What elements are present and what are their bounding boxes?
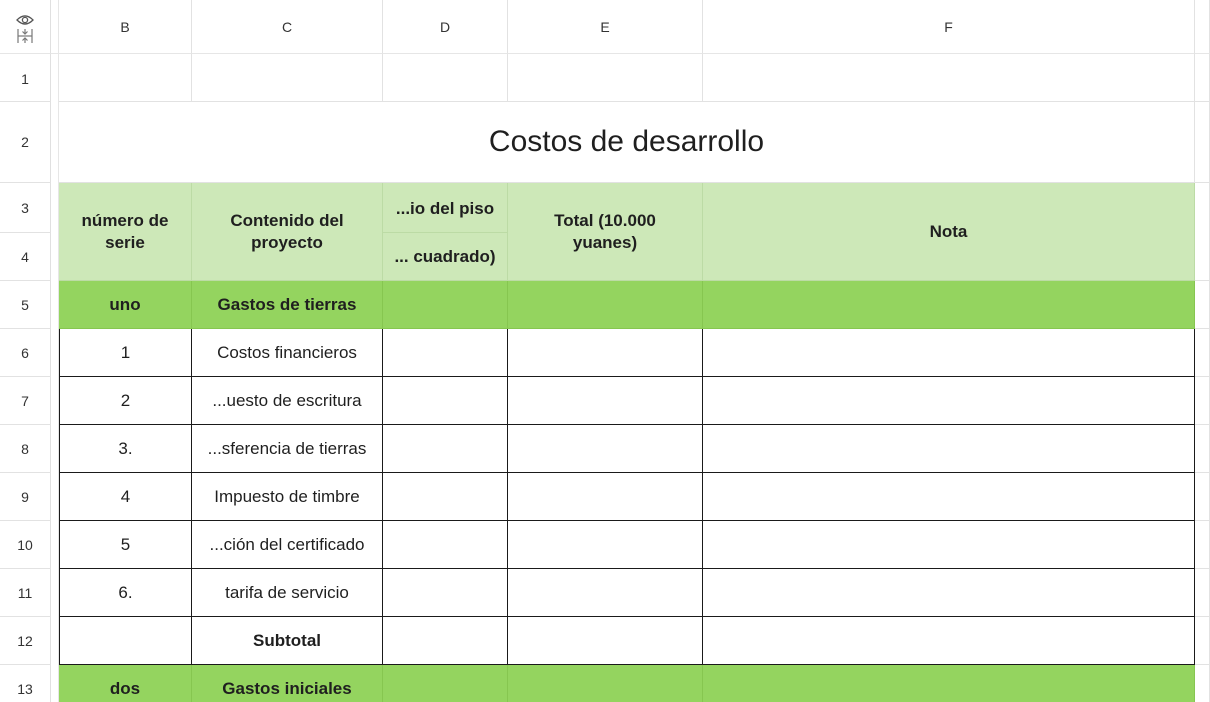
cell-g6: [1195, 329, 1210, 377]
cell-g11: [1195, 569, 1210, 617]
header-piso-top[interactable]: ...io del piso: [383, 183, 508, 233]
column-header-spare: [1195, 0, 1210, 54]
cell-e5[interactable]: [508, 281, 703, 329]
item-label[interactable]: ...ción del certificado: [192, 521, 383, 569]
item-label[interactable]: tarifa de servicio: [192, 569, 383, 617]
corner-controls: [0, 0, 51, 54]
item-area[interactable]: [383, 377, 508, 425]
section1-label[interactable]: Gastos de tierras: [192, 281, 383, 329]
subtotal-num[interactable]: [59, 617, 192, 665]
cell-d1[interactable]: [383, 54, 508, 102]
item-nota[interactable]: [703, 521, 1195, 569]
row-header-2[interactable]: 2: [0, 102, 51, 183]
row-header-1[interactable]: 1: [0, 54, 51, 102]
item-area[interactable]: [383, 521, 508, 569]
section2-label[interactable]: Gastos iniciales: [192, 665, 383, 702]
header-total[interactable]: Total (10.000 yuanes): [508, 183, 703, 281]
item-nota[interactable]: [703, 425, 1195, 473]
item-total[interactable]: [508, 329, 703, 377]
section1-num[interactable]: uno: [59, 281, 192, 329]
row-header-6[interactable]: 6: [0, 329, 51, 377]
cell-g13: [1195, 665, 1210, 702]
row-header-9[interactable]: 9: [0, 473, 51, 521]
cell-g7: [1195, 377, 1210, 425]
item-num[interactable]: 5: [59, 521, 192, 569]
cell-b1[interactable]: [59, 54, 192, 102]
cell-g8: [1195, 425, 1210, 473]
cell-g1: [1195, 54, 1210, 102]
item-num[interactable]: 2: [59, 377, 192, 425]
item-total[interactable]: [508, 425, 703, 473]
item-area[interactable]: [383, 473, 508, 521]
header-serie[interactable]: número de serie: [59, 183, 192, 281]
row-header-5[interactable]: 5: [0, 281, 51, 329]
cell-d5[interactable]: [383, 281, 508, 329]
subtotal-nota[interactable]: [703, 617, 1195, 665]
row-header-4[interactable]: 4: [0, 233, 51, 281]
sheet-grid: B C D E F 1 2 3 4 5 6 7 8 9 10 11 12 13 …: [0, 0, 1210, 702]
subtotal-total[interactable]: [508, 617, 703, 665]
row-header-13[interactable]: 13: [0, 665, 51, 702]
cell-g2: [1195, 102, 1210, 183]
cell-g12: [1195, 617, 1210, 665]
header-contenido[interactable]: Contenido del proyecto: [192, 183, 383, 281]
item-num[interactable]: 4: [59, 473, 192, 521]
column-header-c[interactable]: C: [192, 0, 383, 54]
row-header-10[interactable]: 10: [0, 521, 51, 569]
item-nota[interactable]: [703, 329, 1195, 377]
gutter-column: [51, 54, 59, 702]
item-total[interactable]: [508, 473, 703, 521]
column-header-f[interactable]: F: [703, 0, 1195, 54]
column-header-e[interactable]: E: [508, 0, 703, 54]
cell-f1[interactable]: [703, 54, 1195, 102]
sheet-title[interactable]: Costos de desarrollo: [59, 102, 1195, 183]
item-area[interactable]: [383, 569, 508, 617]
item-label[interactable]: Impuesto de timbre: [192, 473, 383, 521]
subtotal-label[interactable]: Subtotal: [192, 617, 383, 665]
cell-e13[interactable]: [508, 665, 703, 702]
section2-num[interactable]: dos: [59, 665, 192, 702]
item-label[interactable]: ...uesto de escritura: [192, 377, 383, 425]
item-area[interactable]: [383, 425, 508, 473]
cell-f13[interactable]: [703, 665, 1195, 702]
cell-g9: [1195, 473, 1210, 521]
cell-g5: [1195, 281, 1210, 329]
item-total[interactable]: [508, 377, 703, 425]
item-nota[interactable]: [703, 473, 1195, 521]
item-nota[interactable]: [703, 569, 1195, 617]
item-area[interactable]: [383, 329, 508, 377]
freeze-rows-icon[interactable]: [16, 28, 34, 44]
header-nota[interactable]: Nota: [703, 183, 1195, 281]
cell-d13[interactable]: [383, 665, 508, 702]
row-header-8[interactable]: 8: [0, 425, 51, 473]
gutter-header: [51, 0, 59, 54]
row-header-12[interactable]: 12: [0, 617, 51, 665]
row-header-7[interactable]: 7: [0, 377, 51, 425]
item-label[interactable]: ...sferencia de tierras: [192, 425, 383, 473]
cell-c1[interactable]: [192, 54, 383, 102]
item-total[interactable]: [508, 569, 703, 617]
item-num[interactable]: 1: [59, 329, 192, 377]
row-header-11[interactable]: 11: [0, 569, 51, 617]
item-nota[interactable]: [703, 377, 1195, 425]
row-header-3[interactable]: 3: [0, 183, 51, 233]
cell-f5[interactable]: [703, 281, 1195, 329]
subtotal-area[interactable]: [383, 617, 508, 665]
column-header-d[interactable]: D: [383, 0, 508, 54]
eye-icon[interactable]: [16, 14, 34, 26]
cell-g3: [1195, 183, 1210, 281]
item-num[interactable]: 6.: [59, 569, 192, 617]
cell-e1[interactable]: [508, 54, 703, 102]
cell-g10: [1195, 521, 1210, 569]
item-total[interactable]: [508, 521, 703, 569]
item-num[interactable]: 3.: [59, 425, 192, 473]
spreadsheet: B C D E F 1 2 3 4 5 6 7 8 9 10 11 12 13 …: [0, 0, 1210, 702]
item-label[interactable]: Costos financieros: [192, 329, 383, 377]
header-piso-bottom[interactable]: ... cuadrado): [383, 233, 508, 281]
column-header-b[interactable]: B: [59, 0, 192, 54]
